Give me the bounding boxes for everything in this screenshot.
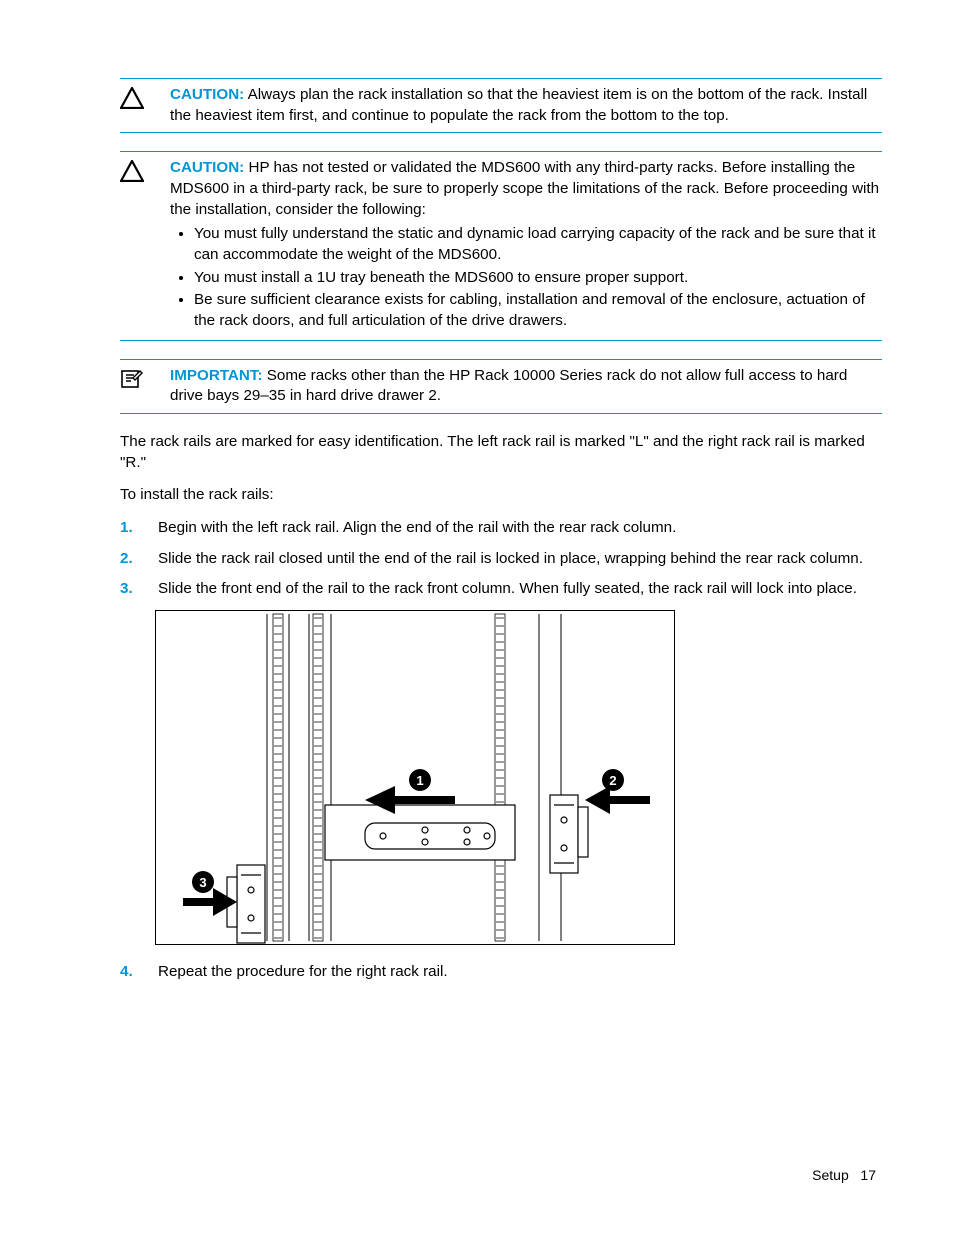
- caution-triangle-icon: [120, 85, 170, 109]
- step-item: Repeat the procedure for the right rack …: [120, 962, 882, 983]
- bullet-item: You must install a 1U tray beneath the M…: [194, 268, 882, 289]
- svg-text:2: 2: [609, 773, 616, 788]
- admonition-label: IMPORTANT:: [170, 367, 263, 384]
- admonition-text: Always plan the rack installation so tha…: [170, 86, 867, 124]
- admonition-caution-2: CAUTION: HP has not tested or validated …: [120, 151, 882, 340]
- page-footer: Setup 17: [812, 1167, 876, 1183]
- svg-text:3: 3: [199, 875, 206, 890]
- footer-section: Setup: [812, 1167, 849, 1183]
- bullet-item: You must fully understand the static and…: [194, 224, 882, 265]
- admonition-text: Some racks other than the HP Rack 10000 …: [170, 367, 847, 405]
- footer-page-number: 17: [860, 1167, 876, 1183]
- rack-rail-install-figure: 1 2 3: [155, 610, 882, 952]
- step-item: Begin with the left rack rail. Align the…: [120, 518, 882, 539]
- admonition-label: CAUTION:: [170, 86, 244, 103]
- step-item: Slide the front end of the rail to the r…: [120, 579, 882, 600]
- admonition-label: CAUTION:: [170, 159, 244, 176]
- admonition-text: HP has not tested or validated the MDS60…: [170, 159, 879, 217]
- bullet-item: Be sure sufficient clearance exists for …: [194, 290, 882, 331]
- ordered-steps: Begin with the left rack rail. Align the…: [120, 518, 882, 600]
- admonition-important: IMPORTANT: Some racks other than the HP …: [120, 359, 882, 414]
- admonition-bullet-list: You must fully understand the static and…: [170, 224, 882, 331]
- important-note-icon: [120, 366, 170, 390]
- paragraph-intro-2: To install the rack rails:: [120, 485, 882, 506]
- svg-text:1: 1: [416, 773, 423, 788]
- paragraph-intro-1: The rack rails are marked for easy ident…: [120, 432, 882, 473]
- caution-triangle-icon: [120, 158, 170, 182]
- admonition-caution-1: CAUTION: Always plan the rack installati…: [120, 78, 882, 133]
- step-item: Slide the rack rail closed until the end…: [120, 549, 882, 570]
- ordered-steps-continued: Repeat the procedure for the right rack …: [120, 962, 882, 983]
